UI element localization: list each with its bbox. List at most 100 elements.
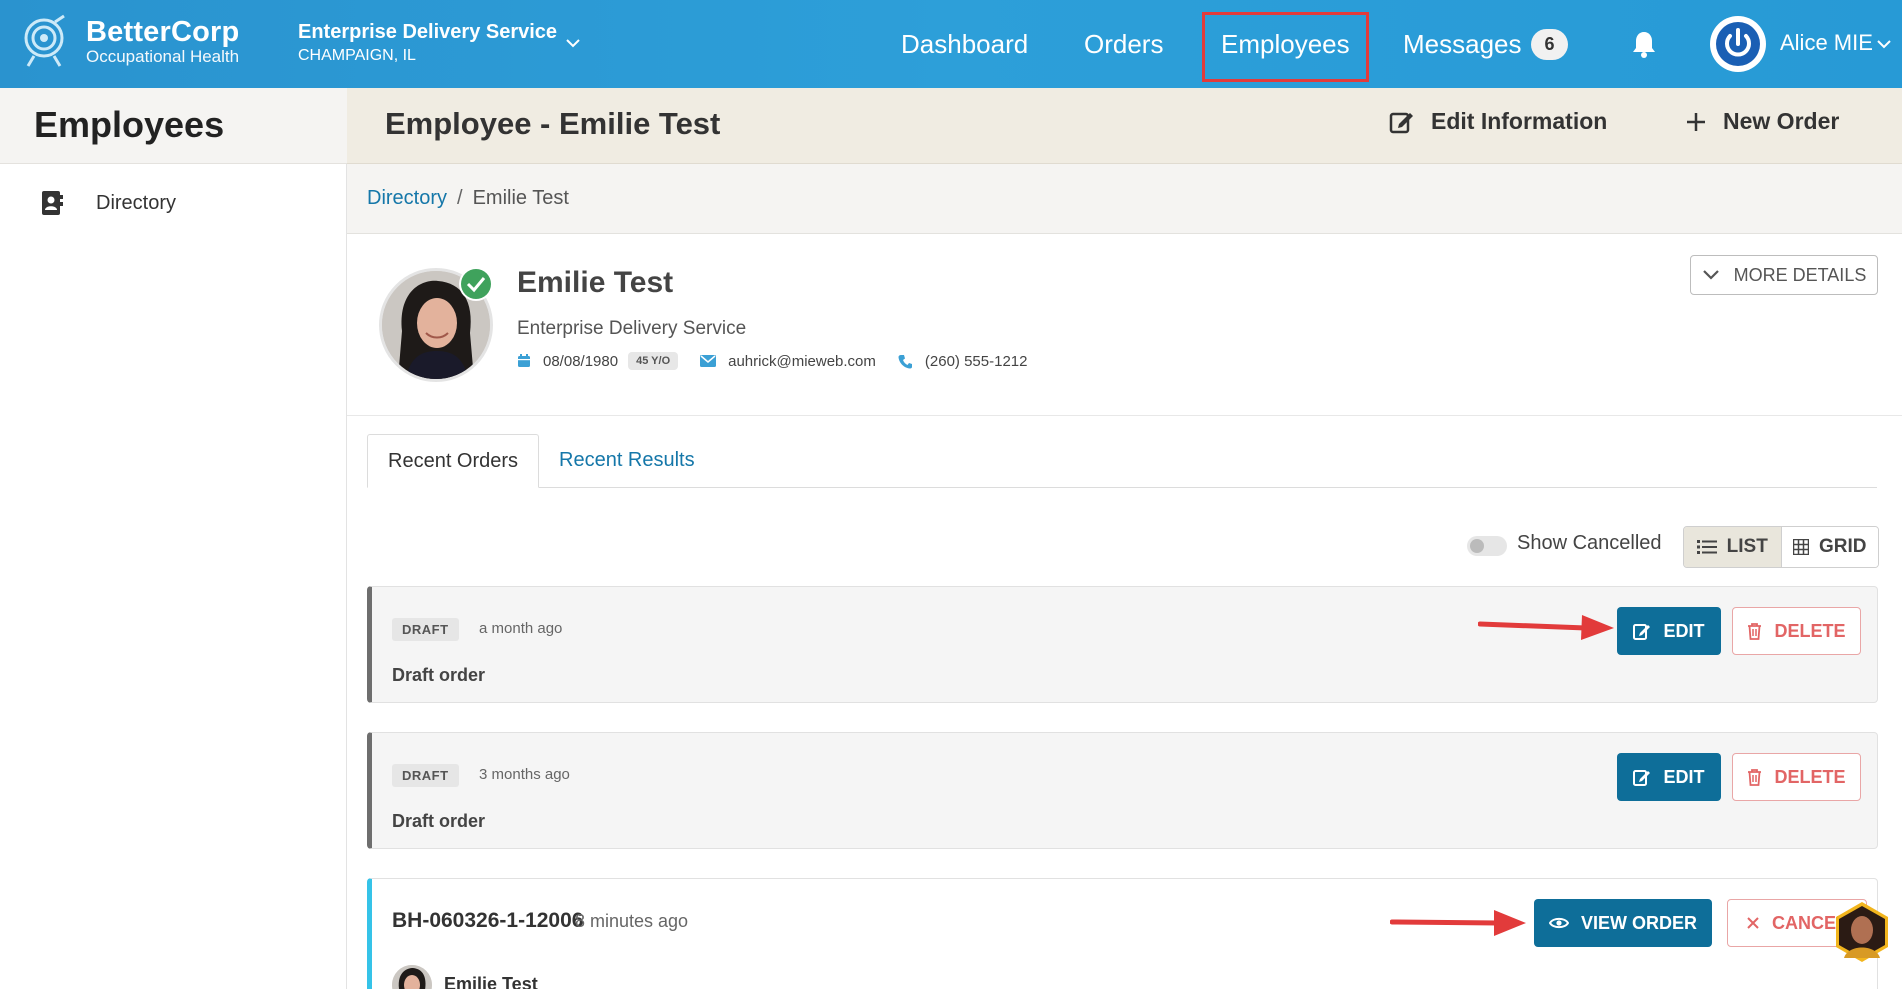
breadcrumb-current: Emilie Test [472, 187, 569, 209]
delete-label: DELETE [1774, 766, 1846, 787]
sidebar-item-directory[interactable]: Directory [40, 190, 176, 216]
employee-name: Emilie Test [517, 266, 674, 299]
sidebar-title: Employees [34, 104, 225, 145]
employee-meta: 08/08/1980 45 Y/O auhrick@mieweb.com (26… [517, 352, 1049, 370]
brand-logo-icon [24, 14, 65, 67]
more-details-label: MORE DETAILS [1733, 264, 1867, 285]
view-switch: LIST GRID [1683, 526, 1879, 568]
page-title: Employee - Emilie Test [385, 106, 721, 141]
tab-recent-results[interactable]: Recent Results [539, 434, 715, 488]
annotation-arrow-icon [1478, 615, 1614, 640]
list-view-label: LIST [1726, 536, 1768, 557]
nav-dashboard[interactable]: Dashboard [901, 26, 1028, 62]
status-badge: DRAFT [392, 618, 459, 641]
grid-icon [1793, 539, 1809, 555]
chevron-down-icon[interactable] [1876, 36, 1892, 52]
user-name[interactable]: Alice MIE [1780, 28, 1873, 58]
view-order-label: VIEW ORDER [1580, 912, 1697, 933]
user-avatar[interactable] [1710, 16, 1766, 72]
breadcrumb: Directory / Emilie Test [347, 164, 1902, 234]
org-name: Enterprise Delivery Service [298, 21, 558, 43]
breadcrumb-separator: / [457, 187, 463, 209]
order-card: DRAFT a month ago Draft order EDIT DELET… [367, 586, 1878, 703]
envelope-icon [700, 355, 717, 367]
delete-label: DELETE [1774, 620, 1846, 641]
show-cancelled-label: Show Cancelled [1517, 532, 1662, 554]
bell-icon[interactable] [1631, 30, 1657, 58]
grid-view-label: GRID [1819, 536, 1867, 557]
delete-order-button[interactable]: DELETE [1732, 753, 1861, 801]
more-details-button[interactable]: MORE DETAILS [1690, 255, 1878, 295]
edit-label: EDIT [1663, 620, 1705, 641]
annotation-arrow-icon [1390, 910, 1526, 936]
assistant-avatar[interactable] [1830, 900, 1894, 964]
calendar-icon [518, 354, 530, 367]
chevron-down-icon[interactable] [564, 34, 582, 52]
list-icon [1696, 540, 1717, 554]
status-badge: DRAFT [392, 764, 459, 787]
verified-icon [459, 267, 493, 301]
page-header: Employee - Emilie Test Edit Information … [347, 88, 1902, 164]
org-selector[interactable]: Enterprise Delivery Service CHAMPAIGN, I… [298, 20, 557, 68]
sidebar-item-label: Directory [96, 191, 177, 214]
nav-employees[interactable]: Employees [1202, 12, 1369, 82]
delete-order-button[interactable]: DELETE [1732, 607, 1861, 655]
employee-dob: 08/08/1980 45 Y/O [517, 352, 679, 370]
new-order-button[interactable]: New Order [1685, 108, 1839, 135]
age-badge: 45 Y/O [628, 352, 679, 370]
edit-information-label: Edit Information [1431, 108, 1608, 134]
tabs: Recent Orders Recent Results [367, 434, 1877, 488]
employee-profile: Emilie Test Enterprise Delivery Service … [347, 234, 1902, 416]
trash-icon [1748, 622, 1762, 640]
employee-email[interactable]: auhrick@mieweb.com [700, 353, 876, 370]
email-value: auhrick@mieweb.com [728, 352, 876, 370]
order-time: a month ago [479, 620, 563, 637]
view-order-button[interactable]: VIEW ORDER [1534, 899, 1712, 947]
top-bar: BetterCorp Occupational Health Enterpris… [0, 0, 1902, 88]
edit-order-button[interactable]: EDIT [1617, 607, 1721, 655]
order-description: Draft order [392, 811, 486, 831]
order-description: Draft order [392, 665, 486, 685]
order-card: DRAFT 3 months ago Draft order EDIT DELE… [367, 732, 1878, 849]
order-id: BH-060326-1-12006 [392, 909, 584, 932]
power-icon [1712, 18, 1764, 70]
chevron-down-icon [1702, 270, 1719, 280]
phone-value: (260) 555-1212 [924, 352, 1028, 370]
eye-icon [1548, 917, 1569, 929]
edit-icon [1633, 770, 1651, 786]
employee-phone[interactable]: (260) 555-1212 [898, 352, 1028, 370]
list-view-button[interactable]: LIST [1684, 527, 1782, 567]
show-cancelled-toggle[interactable] [1467, 536, 1507, 556]
new-order-label: New Order [1723, 108, 1840, 134]
edit-icon [1633, 624, 1651, 640]
sidebar: Directory [0, 164, 347, 989]
tab-recent-orders[interactable]: Recent Orders [367, 434, 540, 488]
nav-orders[interactable]: Orders [1084, 26, 1163, 62]
edit-order-button[interactable]: EDIT [1617, 753, 1721, 801]
brand-name: BetterCorp [86, 16, 240, 48]
breadcrumb-directory-link[interactable]: Directory [367, 187, 447, 210]
plus-icon [1687, 112, 1705, 131]
nav-messages[interactable]: Messages [1403, 26, 1522, 62]
employee-mini-avatar [392, 965, 432, 989]
dob-value: 08/08/1980 [543, 352, 619, 370]
org-location: CHAMPAIGN, IL [298, 47, 416, 64]
brand[interactable]: BetterCorp Occupational Health [22, 14, 239, 70]
order-employee-name: Emilie Test [444, 974, 538, 989]
brand-subtitle: Occupational Health [86, 47, 240, 66]
sidebar-header: Employees [0, 88, 347, 164]
edit-information-button[interactable]: Edit Information [1389, 108, 1607, 135]
order-card: BH-060326-1-12006 8 minutes ago VIEW ORD… [367, 878, 1878, 989]
edit-label: EDIT [1663, 766, 1705, 787]
toggle-knob [1470, 539, 1484, 553]
grid-view-button[interactable]: GRID [1781, 527, 1878, 567]
order-time: 8 minutes ago [575, 911, 689, 931]
contact-book-icon [42, 191, 63, 215]
trash-icon [1748, 768, 1762, 786]
order-time: 3 months ago [479, 766, 570, 783]
employee-company: Enterprise Delivery Service [517, 318, 747, 339]
messages-count-badge: 6 [1531, 29, 1568, 60]
person-photo-icon [392, 965, 432, 989]
edit-icon [1389, 112, 1413, 133]
close-icon [1747, 917, 1759, 929]
